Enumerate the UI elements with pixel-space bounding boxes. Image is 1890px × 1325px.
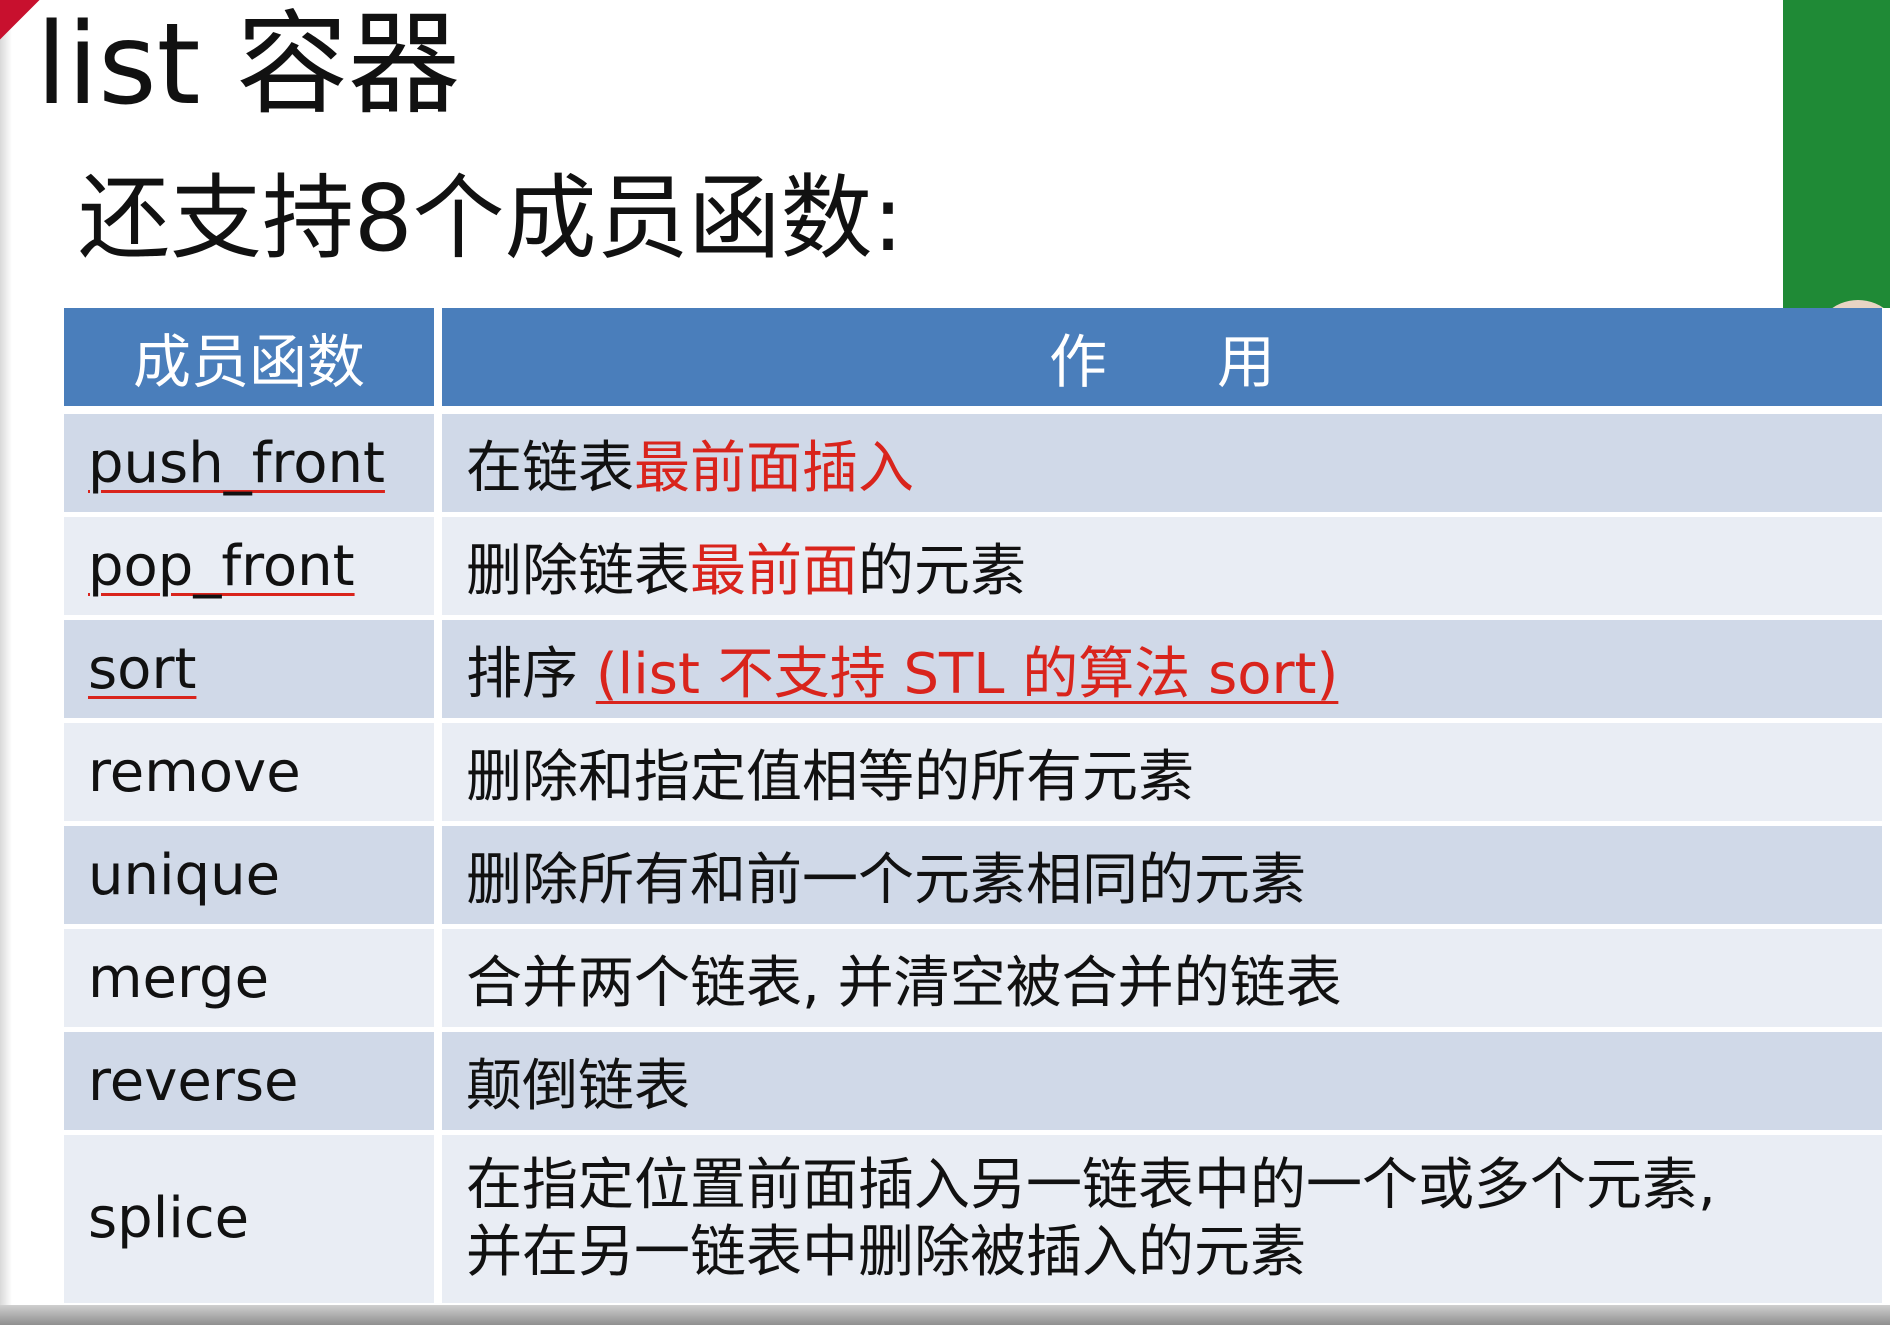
table-row: unique 删除所有和前一个元素相同的元素 [64, 823, 1890, 929]
function-name: merge [64, 926, 442, 1032]
header-function: 成员函数 [64, 308, 442, 414]
function-name: unique [64, 823, 442, 929]
desc-text: 删除和指定值相等的所有元素 [466, 744, 1194, 810]
function-name: splice [64, 1132, 442, 1308]
member-function-table: 成员函数 作用 push_front 在链表最前面插入 pop_front 删除… [64, 308, 1890, 1308]
table-row: pop_front 删除链表最前面的元素 [64, 514, 1890, 620]
function-name: remove [64, 720, 442, 826]
desc-highlight: 最前面插入 [634, 435, 914, 501]
table-row: splice 在指定位置前面插入另一链表中的一个或多个元素, 并在另一链表中删除被… [64, 1132, 1890, 1308]
desc-text: 删除链表 [466, 538, 690, 604]
function-name: sort [64, 617, 442, 723]
function-description: 删除链表最前面的元素 [438, 514, 1890, 620]
function-text: sort [88, 636, 197, 702]
function-description: 颠倒链表 [438, 1029, 1890, 1135]
desc-text: 排序 [466, 641, 596, 707]
function-description: 删除所有和前一个元素相同的元素 [438, 823, 1890, 929]
function-description: 合并两个链表, 并清空被合并的链表 [438, 926, 1890, 1032]
table-header-row: 成员函数 作用 [64, 308, 1890, 414]
desc-line-2: 并在另一链表中删除被插入的元素 [466, 1220, 1306, 1285]
function-name: push_front [64, 410, 442, 517]
table-row: remove 删除和指定值相等的所有元素 [64, 720, 1890, 826]
slide-left-edge [0, 0, 12, 1325]
function-text: push_front [88, 430, 385, 496]
desc-highlight: 最前面 [690, 538, 858, 604]
table-row: push_front 在链表最前面插入 [64, 410, 1890, 517]
desc-text: 合并两个链表, 并清空被合并的链表 [466, 950, 1342, 1016]
slide-title: list 容器 [36, 0, 461, 130]
function-description: 排序 (list 不支持 STL 的算法 sort) [438, 617, 1890, 723]
slide: list 容器 还支持8个成员函数: 成员函数 作用 push_front 在链… [0, 0, 1890, 1325]
table-row: sort 排序 (list 不支持 STL 的算法 sort) [64, 617, 1890, 723]
desc-text: 在链表 [466, 435, 634, 501]
desc-text: 颠倒链表 [466, 1053, 690, 1119]
function-text: pop_front [88, 533, 355, 599]
function-description: 在指定位置前面插入另一链表中的一个或多个元素, 并在另一链表中删除被插入的元素 [438, 1132, 1890, 1308]
desc-tail: 的元素 [858, 538, 1026, 604]
desc-text: 删除所有和前一个元素相同的元素 [466, 847, 1306, 913]
table-row: merge 合并两个链表, 并清空被合并的链表 [64, 926, 1890, 1032]
function-description: 在链表最前面插入 [438, 410, 1890, 517]
table-row: reverse 颠倒链表 [64, 1029, 1890, 1135]
desc-highlight: (list 不支持 STL 的算法 sort) [595, 641, 1339, 707]
function-description: 删除和指定值相等的所有元素 [438, 720, 1890, 826]
slide-subtitle: 还支持8个成员函数: [78, 165, 904, 272]
bottom-bar [0, 1305, 1890, 1325]
desc-line-1: 在指定位置前面插入另一链表中的一个或多个元素, [466, 1152, 1716, 1218]
header-purpose: 作用 [438, 308, 1890, 414]
function-name: pop_front [64, 514, 442, 620]
function-name: reverse [64, 1029, 442, 1135]
